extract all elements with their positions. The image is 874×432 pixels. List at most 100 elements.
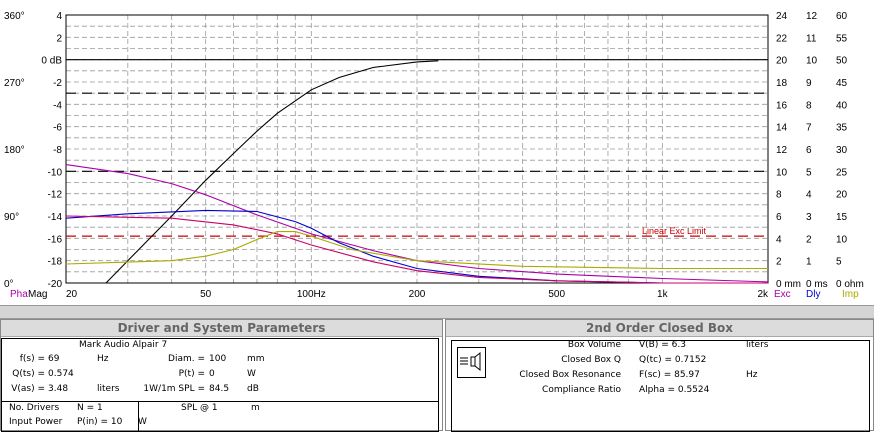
mag-tick-label: -14 bbox=[48, 212, 63, 223]
right-imp-label: 30 bbox=[836, 145, 848, 156]
power-value[interactable]: P(in) = 10 bbox=[77, 417, 122, 427]
right-exc-label: 22 bbox=[776, 33, 788, 44]
chart-background bbox=[0, 0, 874, 305]
closed-box-panel: 2nd Order Closed Box Box Volume V(B) = 6.… bbox=[445, 319, 874, 432]
box-row-value[interactable]: Alpha = 0.5524 bbox=[639, 385, 709, 395]
box-row-label: Closed Box Q bbox=[561, 355, 621, 365]
x-tick-label: 2k bbox=[757, 289, 769, 300]
right-exc-label: 14 bbox=[776, 123, 788, 134]
x-tick-label: 100Hz bbox=[297, 289, 326, 300]
right-dly-label: 8 bbox=[806, 100, 812, 111]
right-dly-label: 5 bbox=[806, 167, 812, 178]
mag-tick-label: -6 bbox=[53, 123, 62, 134]
driver-parameters-panel: Driver and System Parameters Mark Audio … bbox=[0, 319, 443, 432]
box-panel-title: 2nd Order Closed Box bbox=[446, 320, 873, 337]
panel-separator bbox=[0, 305, 874, 319]
box-row-unit: Hz bbox=[746, 370, 758, 380]
box-row-value[interactable]: V(B) = 6.3 bbox=[639, 340, 686, 350]
vas-label: V(as) = bbox=[11, 384, 45, 394]
right-exc-label: 16 bbox=[776, 100, 788, 111]
right-dly-label: 4 bbox=[806, 190, 812, 201]
pt-value[interactable]: 0 bbox=[209, 369, 215, 379]
spl-label: 1W/1m SPL = bbox=[143, 384, 205, 394]
phase-tick-label: 180° bbox=[4, 145, 25, 156]
corner-label-mag: Mag bbox=[28, 289, 47, 300]
box-row-label: Compliance Ratio bbox=[542, 385, 621, 395]
diam-label: Diam. = bbox=[168, 354, 205, 364]
x-tick-label: 20 bbox=[66, 289, 78, 300]
x-tick-label: 500 bbox=[548, 289, 565, 300]
fs-value[interactable]: 69 bbox=[48, 354, 59, 364]
right-imp-label: 50 bbox=[836, 56, 848, 67]
right-exc-label: 20 bbox=[776, 56, 788, 67]
mag-tick-label: -10 bbox=[48, 167, 63, 178]
right-dly-label: 9 bbox=[806, 78, 812, 89]
x-tick-label: 200 bbox=[409, 289, 426, 300]
right-dly-label: 2 bbox=[806, 234, 812, 245]
power-unit: W bbox=[138, 417, 147, 427]
spl-at-unit: m bbox=[251, 403, 260, 413]
vas-value[interactable]: 3.48 bbox=[48, 384, 68, 394]
right-dly-label: 10 bbox=[806, 56, 818, 67]
spl-at-label[interactable]: SPL @ 1 bbox=[181, 403, 218, 413]
right-exc-label: 4 bbox=[776, 234, 782, 245]
mag-tick-label: -16 bbox=[48, 234, 63, 245]
right-imp-label: 60 bbox=[836, 11, 848, 22]
mag-tick-label: -20 bbox=[48, 279, 63, 290]
right-exc-label: 10 bbox=[776, 167, 788, 178]
box-row-value[interactable]: Q(tc) = 0.7152 bbox=[639, 355, 706, 365]
corner-label-exc: Exc bbox=[774, 289, 791, 300]
mag-tick-label: -2 bbox=[53, 78, 62, 89]
linear-exc-limit-label: Linear Exc Limit bbox=[642, 226, 707, 236]
right-imp-label: 55 bbox=[836, 33, 848, 44]
power-label: Input Power bbox=[9, 417, 63, 427]
right-imp-label: 40 bbox=[836, 100, 848, 111]
right-imp-label: 35 bbox=[836, 123, 848, 134]
spl-unit: dB bbox=[247, 384, 259, 394]
spl-value[interactable]: 84.5 bbox=[209, 384, 229, 394]
drivers-count[interactable]: N = 1 bbox=[77, 403, 103, 413]
right-dly-label: 3 bbox=[806, 212, 812, 223]
mag-tick-label: 4 bbox=[56, 11, 62, 22]
pt-unit: W bbox=[247, 369, 256, 379]
box-row-label: Closed Box Resonance bbox=[519, 370, 621, 380]
mag-tick-label: -12 bbox=[48, 190, 63, 201]
qts-value[interactable]: 0.574 bbox=[48, 369, 74, 379]
right-dly-label: 1 bbox=[806, 257, 812, 268]
box-row-unit: liters bbox=[746, 340, 769, 350]
corner-label-phase: Pha bbox=[10, 289, 28, 300]
phase-tick-label: 360° bbox=[4, 11, 25, 22]
right-exc-label: 8 bbox=[776, 190, 782, 201]
mag-tick-label: -18 bbox=[48, 257, 63, 268]
pt-label: P(t) = bbox=[178, 369, 205, 379]
phase-tick-label: 270° bbox=[4, 78, 25, 89]
driver-name: Mark Audio Alpair 7 bbox=[79, 340, 168, 350]
right-imp-label: 5 bbox=[836, 257, 842, 268]
phase-tick-label: 90° bbox=[4, 212, 19, 223]
drivers-label: No. Drivers bbox=[9, 403, 60, 413]
speaker-box-icon[interactable] bbox=[457, 347, 486, 378]
right-dly-label: 6 bbox=[806, 145, 812, 156]
mag-tick-label: -4 bbox=[53, 100, 62, 111]
right-imp-label: 15 bbox=[836, 212, 848, 223]
right-dly-label: 7 bbox=[806, 123, 812, 134]
right-exc-label: 6 bbox=[776, 212, 782, 223]
mag-tick-label: 0 dB bbox=[41, 56, 62, 67]
right-imp-label: 25 bbox=[836, 167, 848, 178]
diam-unit: mm bbox=[247, 354, 265, 364]
right-dly-label: 11 bbox=[806, 33, 817, 44]
fs-label: f(s) = bbox=[19, 354, 45, 364]
diam-value[interactable]: 100 bbox=[209, 354, 226, 364]
corner-label-imp: Imp bbox=[842, 289, 859, 300]
frequency-response-chart: Linear Exc Limit360°270°180°90°0°420 dB-… bbox=[0, 0, 874, 305]
right-imp-label: 10 bbox=[836, 234, 848, 245]
mag-tick-label: -8 bbox=[53, 145, 62, 156]
box-row-label: Box Volume bbox=[567, 340, 621, 350]
driver-panel-title: Driver and System Parameters bbox=[1, 320, 442, 337]
box-row-value[interactable]: F(sc) = 85.97 bbox=[639, 370, 700, 380]
mag-tick-label: 2 bbox=[56, 33, 62, 44]
fs-unit: Hz bbox=[97, 354, 109, 364]
qts-label: Q(ts) = bbox=[12, 369, 45, 379]
corner-label-dly: Dly bbox=[806, 289, 820, 300]
right-dly-label: 12 bbox=[806, 11, 818, 22]
